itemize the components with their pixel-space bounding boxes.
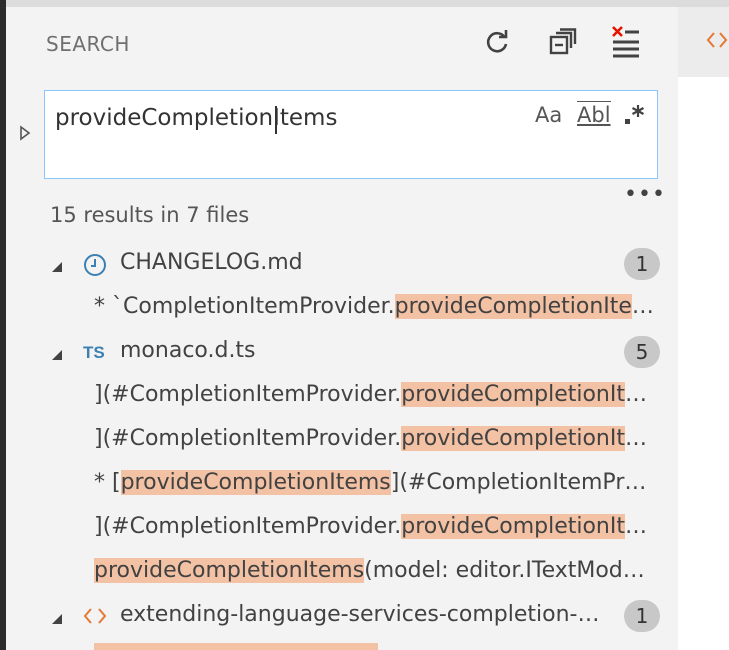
match-prefix: ](#CompletionItemProvider. (94, 382, 402, 407)
clear-results-button[interactable] (606, 22, 646, 62)
match-row[interactable]: ](#CompletionItemProvider.provideComplet… (6, 506, 678, 550)
match-suffix: … (625, 514, 647, 539)
refresh-icon (483, 28, 511, 56)
text-caret (275, 106, 277, 134)
match-suffix: … (625, 382, 647, 407)
match-suffix: … (625, 426, 647, 451)
match-text: ](#CompletionItemProvider.provideComplet… (94, 382, 647, 407)
match-suffix: ](#CompletionItemPr… (390, 470, 647, 495)
match-count-badge: 1 (624, 248, 660, 280)
editor-area (678, 7, 729, 650)
refresh-button[interactable] (477, 22, 517, 62)
expanded-chevron-icon[interactable] (50, 258, 64, 277)
file-name: CHANGELOG.md (120, 250, 303, 275)
match-highlight: provideCompletionIt (401, 514, 625, 539)
toggle-replace-icon[interactable] (18, 124, 32, 146)
match-highlight: provideCompletionIt (401, 382, 625, 407)
match-suffix: … (631, 294, 654, 319)
match-highlight-partial (94, 643, 378, 650)
code-icon (82, 604, 108, 632)
whole-word-toggle[interactable]: Abl (577, 101, 611, 127)
match-prefix: ](#CompletionItemProvider. (94, 426, 402, 451)
typescript-file-icon: TS (82, 340, 112, 368)
match-text: * `CompletionItemProvider.provideComplet… (94, 294, 654, 319)
match-row[interactable]: ](#CompletionItemProvider.provideComplet… (6, 418, 678, 462)
match-text: provideCompletionItems(model: editor.ITe… (94, 558, 645, 583)
collapse-all-icon (549, 28, 577, 56)
window-top-strip (0, 0, 729, 7)
match-highlight: provideCompletionItems (94, 558, 365, 583)
file-name: monaco.d.ts (120, 338, 256, 363)
match-prefix: * `CompletionItemProvider. (94, 294, 395, 319)
search-value: provideCompletionItems (55, 105, 338, 131)
match-prefix: ](#CompletionItemProvider. (94, 514, 402, 539)
match-row[interactable]: ](#CompletionItemProvider.provideComplet… (6, 374, 678, 418)
match-count-badge: 1 (624, 600, 660, 632)
file-row[interactable]: CHANGELOG.md 1 (6, 242, 678, 286)
match-text: ](#CompletionItemProvider.provideComplet… (94, 426, 647, 451)
regex-toggle[interactable] (623, 103, 645, 132)
match-prefix: * [ (94, 470, 121, 495)
svg-text:TS: TS (83, 343, 105, 362)
match-text: ](#CompletionItemProvider.provideComplet… (94, 514, 647, 539)
file-row[interactable]: TS monaco.d.ts 5 (6, 330, 678, 374)
expanded-chevron-icon[interactable] (50, 610, 64, 629)
match-highlight: provideCompletionIte (394, 294, 632, 319)
clock-icon (82, 252, 108, 282)
results-summary: 15 results in 7 files (50, 203, 250, 227)
regex-icon (625, 105, 645, 124)
search-input[interactable]: provideCompletionItems Aa Abl (44, 90, 658, 179)
code-file-icon (706, 30, 728, 54)
match-row[interactable]: provideCompletionItems(model: editor.ITe… (6, 550, 678, 594)
match-row[interactable]: * `CompletionItemProvider.provideComplet… (6, 286, 678, 330)
collapse-all-button[interactable] (543, 22, 583, 62)
match-highlight: provideCompletionItems (120, 470, 391, 495)
match-case-toggle[interactable]: Aa (535, 103, 562, 127)
toggle-search-details-button[interactable]: ••• (624, 184, 666, 206)
match-text: * [provideCompletionItems](#CompletionIt… (94, 470, 646, 495)
file-row[interactable]: extending-language-services-completion-…… (6, 594, 678, 638)
match-count-badge: 5 (624, 336, 660, 368)
clear-results-icon (611, 26, 641, 58)
file-name: extending-language-services-completion-… (120, 602, 600, 627)
match-row[interactable]: * [provideCompletionItems](#CompletionIt… (6, 462, 678, 506)
match-suffix: (model: editor.ITextMod… (364, 558, 645, 583)
match-highlight: provideCompletionIt (401, 426, 625, 451)
expanded-chevron-icon[interactable] (50, 346, 64, 365)
panel-title: SEARCH (46, 32, 130, 56)
